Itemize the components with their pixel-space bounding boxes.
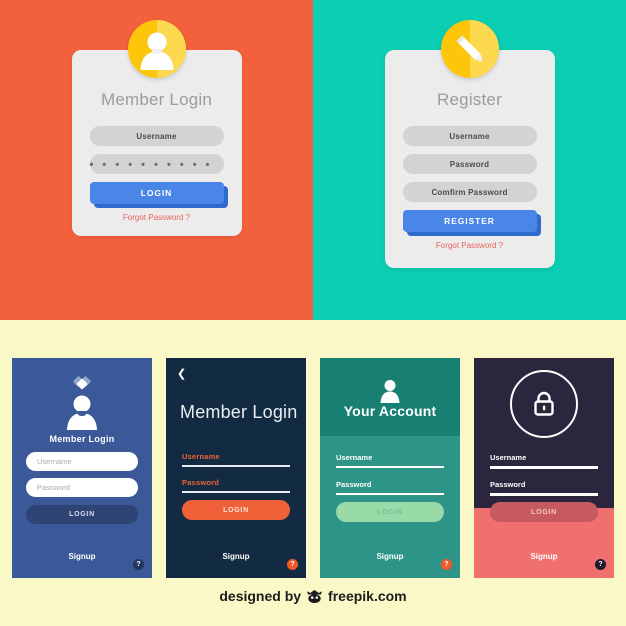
login-button[interactable]: LOGIN: [182, 500, 290, 520]
card-title: Member Login: [49, 434, 115, 444]
password-input[interactable]: Password: [26, 478, 138, 497]
username-input[interactable]: Username: [402, 126, 537, 146]
register-card: Register Username Password Comfirm Passw…: [384, 50, 555, 268]
confirm-password-input[interactable]: Comfirm Password: [402, 182, 537, 202]
signup-link[interactable]: Signup: [166, 552, 306, 561]
top-showcase-section: Member Login Username • • • • • • • • • …: [0, 0, 626, 320]
help-badge-icon[interactable]: ?: [287, 559, 298, 570]
attribution-credit: designed by freepik.com: [0, 588, 626, 604]
back-arrow-icon[interactable]: ❮: [177, 369, 186, 380]
mini-card-member-login-navy: ❮ Member Login Username Password LOGIN S…: [166, 358, 306, 578]
member-login-card-wrapper: Member Login Username • • • • • • • • • …: [71, 20, 242, 236]
username-label: Username: [490, 453, 527, 462]
username-input-underline[interactable]: [182, 465, 290, 467]
page-title: Register: [437, 90, 502, 109]
user-avatar-icon: [62, 392, 102, 437]
signup-link[interactable]: Signup: [320, 552, 460, 561]
mini-cards-row: Member Login Username Password LOGIN Sig…: [12, 358, 614, 578]
freepik-logo-icon: [306, 589, 323, 604]
register-button[interactable]: REGISTER: [402, 210, 537, 232]
mini-card-lock-pink: Username Password LOGIN Signup ?: [474, 358, 614, 578]
password-input-underline[interactable]: [182, 491, 290, 493]
card-title: Your Account: [343, 403, 437, 419]
credit-prefix: designed by: [219, 588, 302, 604]
register-button-wrapper: REGISTER: [402, 210, 541, 236]
password-mask: • • • • • • • • • • •: [89, 159, 213, 171]
password-label: Password: [490, 480, 526, 489]
bottom-showcase-section: Member Login Username Password LOGIN Sig…: [0, 320, 626, 626]
page-title: Member Login: [100, 90, 213, 109]
username-input[interactable]: Username: [89, 126, 224, 146]
register-card-wrapper: Register Username Password Comfirm Passw…: [384, 20, 555, 268]
login-panel-orange: Member Login Username • • • • • • • • • …: [0, 0, 313, 320]
password-input[interactable]: Password: [402, 154, 537, 174]
user-avatar-icon: [127, 20, 186, 78]
mini-card-member-login-blue: Member Login Username Password LOGIN Sig…: [12, 358, 152, 578]
card-title: Member Login: [180, 402, 298, 422]
username-input[interactable]: Username: [26, 452, 138, 471]
mini-card-your-account-teal: Your Account Username Password LOGIN Sig…: [320, 358, 460, 578]
username-label: Username: [336, 453, 373, 462]
login-button[interactable]: LOGIN: [336, 502, 444, 522]
poster-canvas: Member Login Username • • • • • • • • • …: [0, 0, 626, 626]
help-badge-icon[interactable]: ?: [441, 559, 452, 570]
username-label: Username: [182, 452, 220, 461]
forgot-password-link[interactable]: Forgot Password ?: [403, 241, 537, 250]
help-badge-icon[interactable]: ?: [133, 559, 144, 570]
pencil-icon: [440, 20, 499, 78]
password-input-underline[interactable]: [336, 493, 444, 495]
password-input-underline[interactable]: [490, 493, 598, 496]
signup-link[interactable]: Signup: [12, 552, 152, 561]
login-button[interactable]: LOGIN: [89, 182, 224, 204]
login-button[interactable]: LOGIN: [26, 505, 138, 524]
forgot-password-link[interactable]: Forgot Password ?: [90, 213, 224, 222]
username-input-underline[interactable]: [490, 466, 598, 469]
login-button[interactable]: LOGIN: [490, 502, 598, 522]
register-panel-teal: Register Username Password Comfirm Passw…: [313, 0, 626, 320]
password-input[interactable]: • • • • • • • • • • •: [89, 154, 224, 174]
username-input-underline[interactable]: [336, 466, 444, 468]
credit-brand: freepik.com: [328, 588, 407, 604]
password-label: Password: [182, 478, 220, 487]
signup-link[interactable]: Signup: [474, 552, 614, 561]
password-label: Password: [336, 480, 372, 489]
lock-icon: [510, 370, 578, 438]
login-button-wrapper: LOGIN: [89, 182, 228, 208]
